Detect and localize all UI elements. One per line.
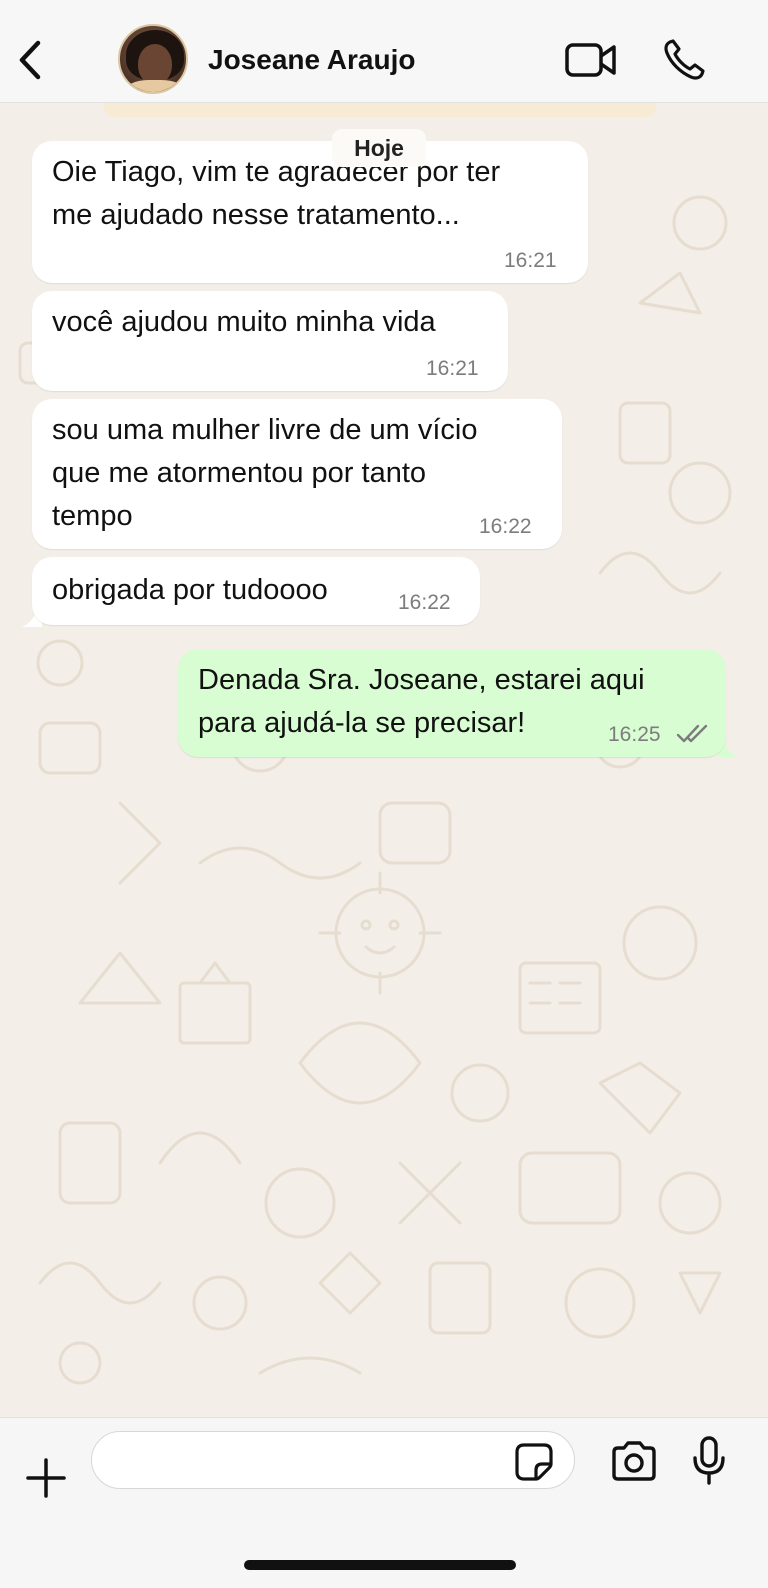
microphone-button[interactable] xyxy=(692,1436,726,1486)
message-time: 16:22 xyxy=(398,591,451,614)
message-text: você ajudou muito minha vida xyxy=(52,306,436,338)
chat-screen: Joseane Araujo Hoje Oie Tiago, vim te ag… xyxy=(0,0,768,1588)
avatar-shirt xyxy=(124,80,186,92)
sticker-button[interactable] xyxy=(514,1442,554,1482)
message-time: 16:22 xyxy=(479,515,532,538)
message-bubble-incoming[interactable]: sou uma mulher livre de um vício que me … xyxy=(32,399,562,549)
message-time: 16:25 xyxy=(608,723,661,746)
header-banner-strip xyxy=(104,103,656,117)
video-call-button[interactable] xyxy=(564,40,618,80)
message-bubble-incoming[interactable]: obrigada por tudoooo 16:22 xyxy=(32,557,480,625)
date-separator: Hoje xyxy=(332,129,426,167)
sticker-icon xyxy=(515,1443,553,1481)
back-button[interactable] xyxy=(12,38,48,82)
plus-icon xyxy=(26,1458,66,1498)
message-bubble-outgoing[interactable]: Denada Sra. Joseane, estarei aqui para a… xyxy=(178,649,726,757)
message-list[interactable]: Hoje Oie Tiago, vim te agradecer por ter… xyxy=(0,103,768,1417)
attach-button[interactable] xyxy=(24,1456,68,1500)
camera-button[interactable] xyxy=(610,1440,658,1482)
message-bubble-incoming[interactable]: Oie Tiago, vim te agradecer por ter me a… xyxy=(32,141,588,283)
message-text: sou uma mulher livre de um vício que me … xyxy=(52,414,478,532)
chat-header: Joseane Araujo xyxy=(0,0,768,103)
message-input[interactable] xyxy=(91,1431,575,1489)
composer-bar xyxy=(0,1417,768,1588)
voice-call-button[interactable] xyxy=(662,38,706,82)
message-text: Denada Sra. Joseane, estarei aqui para a… xyxy=(198,664,645,739)
contact-avatar[interactable] xyxy=(118,24,188,94)
double-check-icon xyxy=(676,724,708,743)
phone-icon xyxy=(664,39,705,80)
message-time: 16:21 xyxy=(426,357,479,380)
avatar-face xyxy=(138,44,172,84)
contact-name[interactable]: Joseane Araujo xyxy=(208,44,415,76)
video-camera-icon xyxy=(565,43,616,77)
message-time: 16:21 xyxy=(504,249,557,272)
microphone-icon xyxy=(693,1436,725,1485)
chevron-left-icon xyxy=(19,40,41,80)
camera-icon xyxy=(612,1441,656,1481)
message-text: Oie Tiago, vim te agradecer por ter me a… xyxy=(52,156,501,231)
message-bubble-incoming[interactable]: você ajudou muito minha vida 16:21 xyxy=(32,291,508,391)
message-text: obrigada por tudoooo xyxy=(52,574,328,606)
home-indicator[interactable] xyxy=(244,1560,516,1570)
